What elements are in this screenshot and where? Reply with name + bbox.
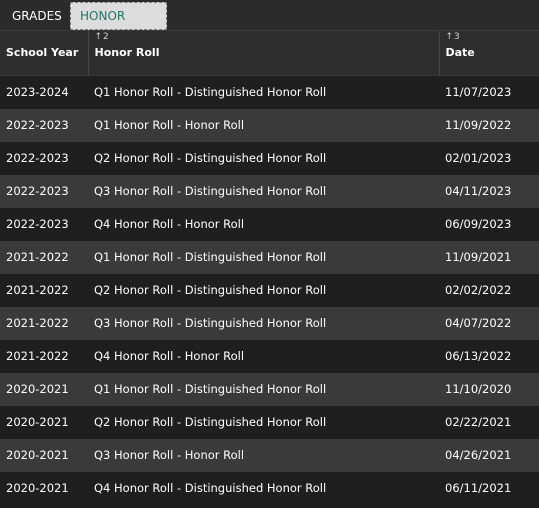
cell-honor-roll: Q1 Honor Roll - Distinguished Honor Roll bbox=[88, 240, 439, 274]
table-row[interactable]: 2021-2022 Q2 Honor Roll - Distinguished H… bbox=[0, 273, 539, 307]
table-row[interactable]: 2022-2023 Q1 Honor Roll - Honor Roll 11/09… bbox=[0, 108, 539, 142]
cell-school-year: 2020-2021 bbox=[0, 405, 88, 439]
column-header-label: Honor Roll bbox=[94, 46, 160, 59]
sort-ascending-icon: ↑3 bbox=[445, 32, 461, 42]
cell-school-year: 2023-2024 bbox=[0, 75, 88, 109]
cell-school-year: 2021-2022 bbox=[0, 339, 88, 373]
table-row[interactable]: 2022-2023 Q3 Honor Roll - Distinguished H… bbox=[0, 174, 539, 208]
cell-honor-roll: Q3 Honor Roll - Distinguished Honor Roll bbox=[88, 306, 439, 340]
table-row[interactable]: 2023-2024 Q1 Honor Roll - Distinguished H… bbox=[0, 75, 539, 109]
cell-date: 02/01/2023 bbox=[439, 141, 539, 175]
cell-school-year: 2020-2021 bbox=[0, 372, 88, 406]
column-header-label: School Year bbox=[6, 46, 79, 59]
sort-order-number: 3 bbox=[454, 32, 461, 42]
table-row[interactable]: 2022-2023 Q2 Honor Roll - Distinguished H… bbox=[0, 141, 539, 175]
cell-honor-roll: Q4 Honor Roll - Honor Roll bbox=[88, 207, 439, 241]
table-row[interactable]: 2021-2022 Q3 Honor Roll - Distinguished H… bbox=[0, 306, 539, 340]
cell-date: 11/07/2023 bbox=[439, 75, 539, 109]
cell-honor-roll: Q4 Honor Roll - Honor Roll bbox=[88, 339, 439, 373]
cell-honor-roll: Q1 Honor Roll - Distinguished Honor Roll bbox=[88, 372, 439, 406]
column-header-label: Date bbox=[445, 46, 475, 59]
cell-honor-roll: Q2 Honor Roll - Distinguished Honor Roll bbox=[88, 405, 439, 439]
cell-school-year: 2021-2022 bbox=[0, 273, 88, 307]
cell-school-year: 2022-2023 bbox=[0, 174, 88, 208]
table-row[interactable]: 2022-2023 Q4 Honor Roll - Honor Roll 06/09… bbox=[0, 207, 539, 241]
table-row[interactable]: 2020-2021 Q2 Honor Roll - Distinguished H… bbox=[0, 405, 539, 439]
column-header-honor-roll[interactable]: ↑2 Honor Roll bbox=[88, 31, 440, 76]
table-header-row: School Year ↑2 Honor Roll ↑3 Date bbox=[0, 31, 539, 76]
cell-school-year: 2020-2021 bbox=[0, 438, 88, 472]
cell-date: 04/07/2022 bbox=[439, 306, 539, 340]
cell-school-year: 2022-2023 bbox=[0, 141, 88, 175]
table-row[interactable]: 2020-2021 Q1 Honor Roll - Distinguished H… bbox=[0, 372, 539, 406]
cell-date: 11/09/2022 bbox=[439, 108, 539, 142]
cell-honor-roll: Q3 Honor Roll - Honor Roll bbox=[88, 438, 439, 472]
table-row[interactable]: 2020-2021 Q4 Honor Roll - Distinguished H… bbox=[0, 471, 539, 505]
cell-date: 04/26/2021 bbox=[439, 438, 539, 472]
tab-honor-roll[interactable]: HONOR ROLL bbox=[70, 2, 167, 49]
tab-grades[interactable]: GRADES bbox=[3, 2, 66, 30]
cell-honor-roll: Q1 Honor Roll - Distinguished Honor Roll bbox=[88, 75, 439, 109]
column-header-school-year[interactable]: School Year bbox=[0, 31, 89, 76]
cell-school-year: 2022-2023 bbox=[0, 108, 88, 142]
cell-honor-roll: Q1 Honor Roll - Honor Roll bbox=[88, 108, 439, 142]
sort-order-number: 2 bbox=[103, 32, 110, 42]
cell-school-year: 2020-2021 bbox=[0, 471, 88, 505]
cell-school-year: 2022-2023 bbox=[0, 207, 88, 241]
column-header-date[interactable]: ↑3 Date bbox=[439, 31, 539, 76]
cell-honor-roll: Q4 Honor Roll - Distinguished Honor Roll bbox=[88, 471, 439, 505]
cell-date: 11/10/2020 bbox=[439, 372, 539, 406]
table-row[interactable]: 2021-2022 Q1 Honor Roll - Distinguished H… bbox=[0, 240, 539, 274]
cell-date: 06/13/2022 bbox=[439, 339, 539, 373]
cell-date: 02/22/2021 bbox=[439, 405, 539, 439]
sort-ascending-icon: ↑2 bbox=[94, 32, 110, 42]
cell-honor-roll: Q3 Honor Roll - Distinguished Honor Roll bbox=[88, 174, 439, 208]
cell-honor-roll: Q2 Honor Roll - Distinguished Honor Roll bbox=[88, 141, 439, 175]
cell-date: 06/11/2021 bbox=[439, 471, 539, 505]
table-row[interactable]: 2020-2021 Q3 Honor Roll - Honor Roll 04/26… bbox=[0, 438, 539, 472]
honor-roll-table: School Year ↑2 Honor Roll ↑3 Date 2023-2… bbox=[0, 31, 539, 505]
cell-date: 04/11/2023 bbox=[439, 174, 539, 208]
table-row[interactable]: 2021-2022 Q4 Honor Roll - Honor Roll 06/13… bbox=[0, 339, 539, 373]
cell-honor-roll: Q2 Honor Roll - Distinguished Honor Roll bbox=[88, 273, 439, 307]
cell-date: 02/02/2022 bbox=[439, 273, 539, 307]
cell-date: 11/09/2021 bbox=[439, 240, 539, 274]
cell-date: 06/09/2023 bbox=[439, 207, 539, 241]
tab-bar: GRADES HONOR ROLL bbox=[0, 0, 539, 49]
cell-school-year: 2021-2022 bbox=[0, 240, 88, 274]
cell-school-year: 2021-2022 bbox=[0, 306, 88, 340]
